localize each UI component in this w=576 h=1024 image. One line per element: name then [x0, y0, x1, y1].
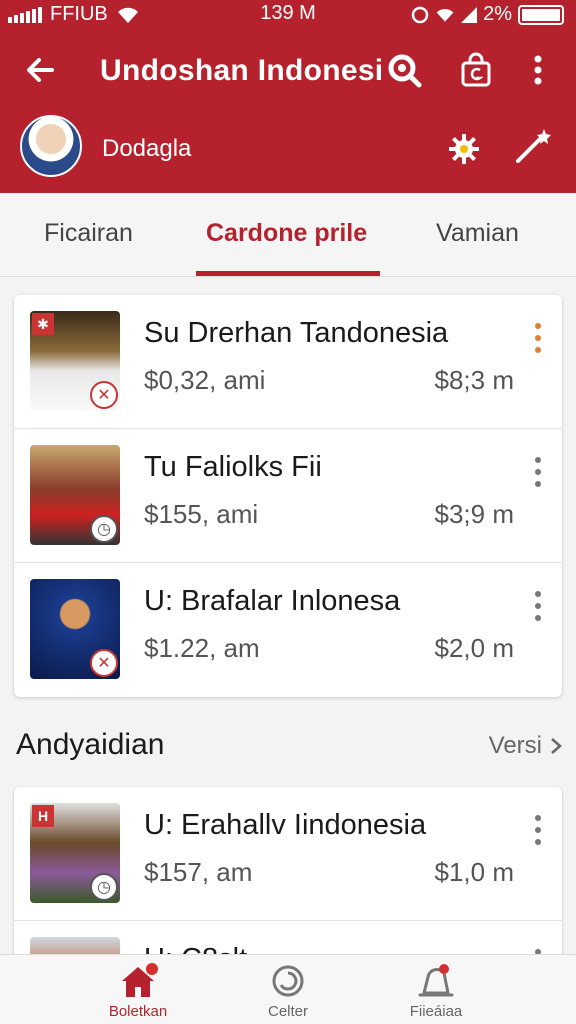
nav-label: Fiieáiaa: [409, 1003, 463, 1020]
notification-bell-icon: [418, 964, 454, 997]
item-title: Su Drerhan Tandonesia: [144, 317, 449, 349]
more-vert-icon[interactable]: [520, 52, 556, 88]
compass-icon: [272, 965, 304, 997]
magic-wand-icon[interactable]: [512, 125, 554, 167]
item-thumbnail: ✱ ✕: [30, 311, 120, 411]
item-price-left: $155, ami: [144, 499, 259, 529]
status-bar: FFIUB 139 M 2%: [0, 0, 576, 30]
section-see-more-link[interactable]: Versi: [489, 732, 562, 760]
alarm-icon: [411, 6, 429, 23]
section-link-label: Versi: [488, 732, 542, 759]
item-price-left: $0,32, ami: [144, 365, 266, 395]
more-vert-icon[interactable]: [534, 457, 542, 487]
item-price-left: $157, am: [144, 857, 253, 887]
tab-cardone-prile[interactable]: Cardone prile: [206, 219, 367, 248]
avatar[interactable]: [20, 115, 82, 177]
item-title: Tu Faliolks Fii: [144, 451, 322, 483]
profile-row: Dodagla: [0, 115, 576, 185]
item-thumbnail: ✕: [30, 579, 120, 679]
nav-label: Celter: [267, 1003, 308, 1020]
list-item[interactable]: ◷ Tu Faliolks Fii $155, ami $3;9 m: [14, 429, 562, 563]
chevron-right-icon: [551, 738, 562, 754]
tab-bar: Ficairan Cardone prile Vamian: [0, 193, 576, 277]
listing-card: ✱ ✕ Su Drerhan Tandonesia $0,32, ami $8;…: [14, 295, 562, 697]
nav-item-fiieaiaa[interactable]: Fiieáiaa: [376, 963, 496, 1020]
item-price-right: $2,0 m: [434, 633, 515, 663]
item-thumbnail: H ◷: [30, 803, 120, 903]
active-tab-indicator: [196, 271, 380, 276]
tab-vamian[interactable]: Vamian: [436, 219, 519, 248]
toolbar: Undoshan Indonesi: [0, 40, 576, 100]
list-item[interactable]: H ◷ U: Erahallv Iindonesia $157, am $1,0…: [14, 787, 562, 921]
item-price-right: $8;3 m: [434, 365, 515, 395]
clock-badge-icon: ◷: [90, 515, 118, 543]
more-vert-icon[interactable]: [534, 591, 542, 621]
settings-gear-icon[interactable]: [446, 131, 482, 167]
flag-icon: ✱: [32, 313, 54, 335]
item-title: U: Erahallv Iindonesia: [144, 809, 427, 841]
item-price-right: $1,0 m: [434, 857, 515, 887]
tab-ficairan[interactable]: Ficairan: [44, 219, 133, 248]
flag-icon: H: [32, 805, 54, 827]
shopping-bag-icon[interactable]: [458, 52, 494, 88]
home-icon: [122, 963, 158, 997]
item-price-right: $3;9 m: [434, 499, 515, 529]
back-arrow-icon[interactable]: [22, 52, 58, 88]
more-vert-icon[interactable]: [534, 815, 542, 845]
clock-badge-icon: ◷: [90, 873, 118, 901]
cancel-badge-icon: ✕: [90, 649, 118, 677]
search-icon[interactable]: [386, 52, 422, 88]
item-price-left: $1.22, am: [144, 633, 260, 663]
nav-item-boletkan[interactable]: Boletkan: [78, 963, 198, 1020]
nav-item-celter[interactable]: Celter: [228, 963, 348, 1020]
item-title: U: Brafalar Inlonesa: [144, 585, 401, 617]
page-title: Undoshan Indonesi: [100, 54, 384, 87]
wifi-icon: [436, 8, 454, 22]
battery-percent: 2%: [483, 3, 512, 25]
section-title: Andyaidian: [16, 728, 165, 761]
battery-icon: [518, 4, 564, 25]
more-vert-icon[interactable]: [534, 323, 542, 353]
app-header: FFIUB 139 M 2% Undoshan Indonesi Dodagla: [0, 0, 576, 193]
cell-signal-icon: [461, 6, 478, 23]
list-item[interactable]: ✱ ✕ Su Drerhan Tandonesia $0,32, ami $8;…: [14, 295, 562, 429]
profile-name: Dodagla: [102, 135, 192, 162]
item-thumbnail: ◷: [30, 445, 120, 545]
nav-label: Boletkan: [108, 1003, 168, 1020]
bottom-navigation: Boletkan Celter Fiieáiaa: [0, 954, 576, 1024]
list-item[interactable]: ✕ U: Brafalar Inlonesa $1.22, am $2,0 m: [14, 563, 562, 697]
cancel-badge-icon: ✕: [90, 381, 118, 409]
